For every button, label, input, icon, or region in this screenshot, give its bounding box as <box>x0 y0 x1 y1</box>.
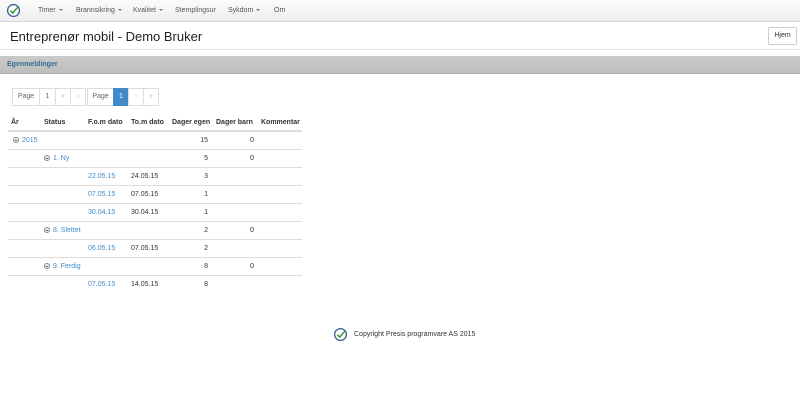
collapse-icon <box>44 263 50 269</box>
days-own-value: 3 <box>204 173 208 180</box>
chevron-down-icon <box>158 9 163 12</box>
nav-item-label: Stemplingsur <box>175 7 216 14</box>
collapse-icon <box>13 137 19 143</box>
column-header-days-own[interactable]: Dager egen <box>172 119 210 126</box>
days-own-value: 8 <box>204 281 208 288</box>
status-label: 8. Slettet <box>53 227 81 234</box>
days-own-value: 15 <box>200 137 208 144</box>
nav-item-label: Om <box>274 7 286 14</box>
table-row-year: 2015 15 0 <box>8 132 302 150</box>
collapse-icon <box>44 227 50 233</box>
pager-first-button[interactable]: « <box>55 88 71 106</box>
table-row: 06.05.15 07.05.15 2 <box>8 240 302 258</box>
days-own-value: 1 <box>204 191 208 198</box>
pager-page-label: Page <box>12 88 40 106</box>
page-title: Entreprenør mobil - Demo Bruker <box>10 29 203 44</box>
nav-item-brannsikring[interactable]: Brannsikring <box>76 0 122 22</box>
nav-item-stemplingsur[interactable]: Stemplingsur <box>175 0 216 22</box>
days-child-value: 0 <box>250 263 254 270</box>
table-row-status: 9. Ferdig 8 0 <box>8 258 302 276</box>
nav-item-om[interactable]: Om <box>274 0 285 22</box>
pager-left: Page 1 « ‹ <box>12 88 86 106</box>
group-toggle-year[interactable]: 2015 <box>13 137 38 144</box>
days-child-value: 0 <box>250 137 254 144</box>
pager-last-button[interactable]: » <box>143 88 159 106</box>
group-toggle-status[interactable]: 9. Ferdig <box>44 263 81 270</box>
chevron-down-icon <box>117 9 122 12</box>
chevron-down-icon <box>58 9 63 12</box>
to-date-value: 14.05.15 <box>131 281 159 288</box>
home-button[interactable]: Hjem <box>768 27 797 45</box>
app-logo-icon[interactable] <box>6 3 21 18</box>
nav-item-timer[interactable]: Timer <box>38 0 63 22</box>
table-header: År Status F.o.m dato To.m dato Dager ege… <box>8 113 302 132</box>
status-label: 9. Ferdig <box>53 263 81 270</box>
sick-leave-table: År Status F.o.m dato To.m dato Dager ege… <box>8 113 302 294</box>
group-toggle-status[interactable]: 8. Slettet <box>44 227 81 234</box>
group-toggle-status[interactable]: 1. Ny <box>44 155 69 162</box>
pager-right: Page 1 › » <box>87 88 159 106</box>
days-own-value: 5 <box>204 155 208 162</box>
top-navbar: Timer Brannsikring Kvalitet Stemplingsur… <box>0 0 800 22</box>
copyright-text: Copyright Presis programvare AS 2015 <box>354 330 476 338</box>
table-row: 30.04.15 30.04.15 1 <box>8 204 302 222</box>
nav-item-kvalitet[interactable]: Kvalitet <box>133 0 163 22</box>
section-header: Egenmeldinger <box>0 56 800 74</box>
nav-item-label: Sykdom <box>228 7 254 14</box>
table-row: 22.05.15 24.05.15 3 <box>8 168 302 186</box>
divider <box>0 49 800 50</box>
year-label: 2015 <box>22 137 38 144</box>
column-header-from-date[interactable]: F.o.m dato <box>88 119 123 126</box>
pager-next-button[interactable]: › <box>128 88 144 106</box>
table-row-status: 8. Slettet 2 0 <box>8 222 302 240</box>
pager-page-count: 1 <box>39 88 56 106</box>
column-header-year[interactable]: År <box>11 119 19 126</box>
days-own-value: 8 <box>204 263 208 270</box>
days-child-value: 0 <box>250 155 254 162</box>
nav-item-label: Kvalitet <box>133 7 156 14</box>
from-date-link[interactable]: 30.04.15 <box>88 209 115 216</box>
nav-item-sykdom[interactable]: Sykdom <box>228 0 261 22</box>
from-date-link[interactable]: 06.05.15 <box>88 245 115 252</box>
from-date-link[interactable]: 07.05.15 <box>88 191 115 198</box>
to-date-value: 30.04.15 <box>131 209 159 216</box>
from-date-link[interactable]: 07.05.15 <box>88 281 115 288</box>
company-logo-icon <box>333 327 348 341</box>
nav-item-label: Brannsikring <box>76 7 115 14</box>
pager-prev-button[interactable]: ‹ <box>70 88 86 106</box>
days-own-value: 1 <box>204 209 208 216</box>
column-header-to-date[interactable]: To.m dato <box>131 119 164 126</box>
column-header-status[interactable]: Status <box>44 119 65 126</box>
section-title[interactable]: Egenmeldinger <box>7 56 58 74</box>
column-header-comment[interactable]: Kommentar <box>261 119 300 126</box>
days-own-value: 2 <box>204 245 208 252</box>
table-row: 07.05.15 07.05.15 1 <box>8 186 302 204</box>
to-date-value: 07.05.15 <box>131 245 159 252</box>
collapse-icon <box>44 155 50 161</box>
to-date-value: 07.05.15 <box>131 191 159 198</box>
chevron-down-icon <box>256 9 261 12</box>
table-row: 07.05.15 14.05.15 8 <box>8 276 302 294</box>
table-row-status: 1. Ny 5 0 <box>8 150 302 168</box>
days-child-value: 0 <box>250 227 254 234</box>
from-date-link[interactable]: 22.05.15 <box>88 173 115 180</box>
pager-current-page[interactable]: 1 <box>113 88 129 106</box>
status-label: 1. Ny <box>53 155 70 162</box>
pager-page-label: Page <box>87 88 114 106</box>
to-date-value: 24.05.15 <box>131 173 159 180</box>
column-header-days-child[interactable]: Dager barn <box>216 119 253 126</box>
days-own-value: 2 <box>204 227 208 234</box>
footer: Copyright Presis programvare AS 2015 <box>333 325 475 343</box>
nav-item-label: Timer <box>38 7 56 14</box>
